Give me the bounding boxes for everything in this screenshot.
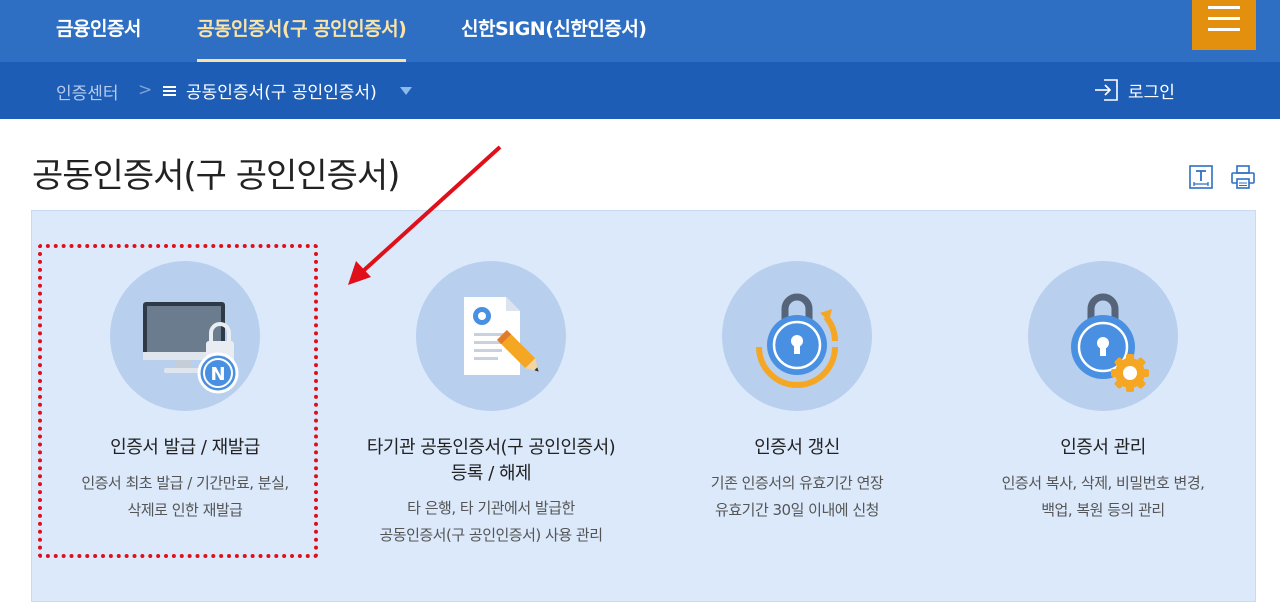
hamburger-icon-bar [1208,17,1240,20]
lock-gear-icon [1028,261,1178,411]
login-icon [1095,79,1118,101]
document-pen-icon [416,261,566,411]
card-renew[interactable]: 인증서 갱신 기존 인증서의 유효기간 연장 유효기간 30일 이내에 신청 [644,211,950,601]
tab-shinhan-sign[interactable]: 신한SIGN(신한인증서) [461,0,647,62]
card-title: 타기관 공동인증서(구 공인인증서) [366,437,616,458]
card-issue-reissue[interactable]: N 인증서 발급 / 재발급 인증서 최초 발급 / 기간만료, 분실, 삭제로… [32,211,338,601]
card-description: 인증서 복사, 삭제, 비밀번호 변경, [1001,474,1205,492]
hamburger-menu-button[interactable] [1192,0,1256,50]
card-register-other-institution[interactable]: 타기관 공동인증서(구 공인인증서) 등록 / 해제 타 은행, 타 기관에서 … [338,211,644,601]
breadcrumb-current[interactable]: 공동인증서(구 공인인증서) [186,78,377,103]
lock-renew-icon [722,261,872,411]
card-description: 백업, 복원 등의 관리 [1041,501,1165,519]
breadcrumb-separator-icon: > [138,80,153,100]
login-label: 로그인 [1128,83,1175,103]
breadcrumb-home[interactable]: 인증센터 [56,79,119,104]
card-title: 등록 / 해제 [450,463,532,484]
card-title: 인증서 관리 [1060,437,1146,458]
top-nav: 금융인증서 공동인증서(구 공인인증서) 신한SIGN(신한인증서) [0,0,1280,62]
card-description: 기존 인증서의 유효기간 연장 [710,474,884,492]
tab-joint-certificate[interactable]: 공동인증서(구 공인인증서) [197,0,407,62]
card-description: 공동인증서(구 공인인증서) 사용 관리 [379,526,603,544]
list-icon [163,86,176,97]
page-title: 공동인증서(구 공인인증서) [32,156,400,196]
monitor-lock-icon: N [110,261,260,411]
card-description: 삭제로 인한 재발급 [127,501,243,519]
caret-down-icon[interactable] [400,87,412,95]
card-title: 인증서 발급 / 재발급 [110,437,260,458]
font-size-icon[interactable] [1188,164,1216,192]
print-icon[interactable] [1230,164,1258,192]
card-title: 인증서 갱신 [754,437,840,458]
tab-financial-certificate[interactable]: 금융인증서 [56,0,141,62]
card-manage[interactable]: 인증서 관리 인증서 복사, 삭제, 비밀번호 변경, 백업, 복원 등의 관리 [950,211,1256,601]
certificate-menu-panel: N 인증서 발급 / 재발급 인증서 최초 발급 / 기간만료, 분실, 삭제로… [31,210,1256,602]
svg-text:N: N [210,364,225,385]
hamburger-icon [1208,6,1240,9]
card-description: 타 은행, 타 기관에서 발급한 [407,499,575,517]
card-description: 인증서 최초 발급 / 기간만료, 분실, [81,474,289,492]
breadcrumb: 인증센터 > 공동인증서(구 공인인증서) 로그인 [0,62,1280,119]
card-description: 유효기간 30일 이내에 신청 [715,501,879,519]
hamburger-icon-bar [1208,28,1240,31]
